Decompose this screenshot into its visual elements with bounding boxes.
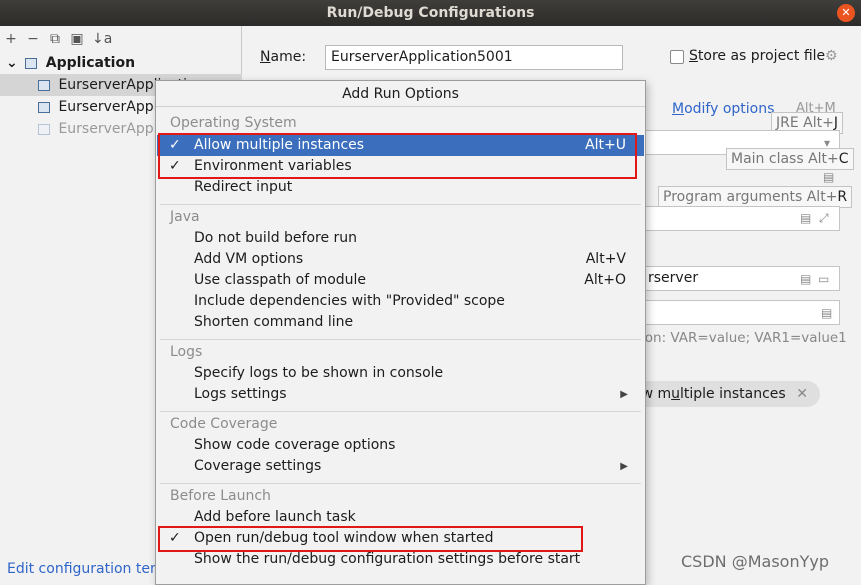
menu-item-add-vm-options[interactable]: Add VM options Alt+V: [157, 249, 644, 270]
menu-item-show-settings-before-start[interactable]: Show the run/debug configuration setting…: [157, 549, 644, 570]
separator: [160, 204, 641, 205]
menu-item-logs-settings[interactable]: Logs settings ▶: [157, 384, 644, 405]
sidebar-toolbar: + − ⧉ ▣ ↓a: [0, 26, 241, 52]
expand-arrows-icon[interactable]: ⤢: [819, 211, 829, 226]
name-field[interactable]: EurserverApplication5001: [325, 45, 623, 70]
group-before-launch: Before Launch: [170, 488, 271, 504]
chevron-down-icon[interactable]: ⌄: [6, 52, 20, 74]
macro-icon[interactable]: ▤: [800, 272, 811, 286]
modify-options-link[interactable]: Modify options: [672, 101, 774, 117]
application-icon: [24, 57, 37, 69]
group-code-coverage: Code Coverage: [170, 416, 278, 432]
watermark: CSDN @MasonYyp: [681, 552, 829, 571]
popup-title: Add Run Options: [156, 81, 645, 107]
menu-item-use-classpath[interactable]: Use classpath of module Alt+O: [157, 270, 644, 291]
close-icon[interactable]: ✕: [796, 381, 808, 407]
gear-icon[interactable]: ⚙: [825, 48, 838, 64]
close-icon[interactable]: ✕: [837, 4, 855, 22]
menu-item-coverage-settings[interactable]: Coverage settings ▶: [157, 456, 644, 477]
separator: [160, 483, 641, 484]
menu-item-shorten-command-line[interactable]: Shorten command line: [157, 312, 644, 333]
remove-icon[interactable]: −: [26, 31, 40, 47]
separator: [160, 411, 641, 412]
store-as-project-file-label[interactable]: Store as project file: [689, 48, 825, 64]
tree-item-label: Application: [45, 55, 136, 71]
separator: [160, 339, 641, 340]
program-arguments-hint: Program arguments Alt+R: [658, 186, 853, 208]
environment-variables-field[interactable]: [635, 300, 840, 325]
name-label: Name:: [260, 49, 307, 65]
folder-icon[interactable]: ▣: [70, 31, 84, 47]
folder-icon[interactable]: ▭: [818, 272, 829, 286]
menu-item-include-provided[interactable]: Include dependencies with "Provided" sco…: [157, 291, 644, 312]
menu-item-redirect-input[interactable]: Redirect input: [157, 177, 644, 198]
browse-icon[interactable]: ▤: [823, 170, 834, 184]
sort-icon[interactable]: ↓a: [92, 31, 112, 47]
chevron-right-icon: ▶: [620, 461, 628, 472]
tree-item-application[interactable]: ⌄ Application: [0, 52, 242, 74]
copy-icon[interactable]: ⧉: [48, 31, 62, 47]
menu-item-specify-logs[interactable]: Specify logs to be shown in console: [157, 363, 644, 384]
group-operating-system: Operating System: [170, 115, 297, 131]
main-class-hint: Main class Alt+C: [726, 148, 854, 170]
allow-multiple-instances-chip[interactable]: ow multiple instances ✕: [623, 381, 820, 407]
menu-item-show-coverage-options[interactable]: Show code coverage options: [157, 435, 644, 456]
menu-item-do-not-build[interactable]: Do not build before run: [157, 228, 644, 249]
environment-variables-hint: lon: VAR=value; VAR1=value1: [641, 330, 847, 346]
edit-env-icon[interactable]: ▤: [821, 306, 832, 320]
group-java: Java: [170, 209, 200, 225]
add-run-options-popup: Add Run Options Operating System ✓ Allow…: [155, 80, 646, 585]
store-as-project-file-checkbox[interactable]: [670, 50, 684, 64]
working-directory-value: rserver: [648, 270, 699, 286]
annotation-box-os-options: [158, 133, 637, 179]
chevron-right-icon: ▶: [620, 389, 628, 400]
window-title: Run/Debug Configurations: [326, 5, 535, 21]
window-titlebar: Run/Debug Configurations ✕: [0, 0, 861, 26]
annotation-box-tool-window: [158, 526, 583, 552]
group-logs: Logs: [170, 344, 203, 360]
expand-text-icon[interactable]: ▤: [800, 211, 811, 225]
application-icon: [38, 79, 50, 91]
application-icon: [38, 123, 50, 135]
menu-item-add-before-launch-task[interactable]: Add before launch task: [157, 507, 644, 528]
application-icon: [38, 101, 50, 113]
add-icon[interactable]: +: [4, 31, 18, 47]
